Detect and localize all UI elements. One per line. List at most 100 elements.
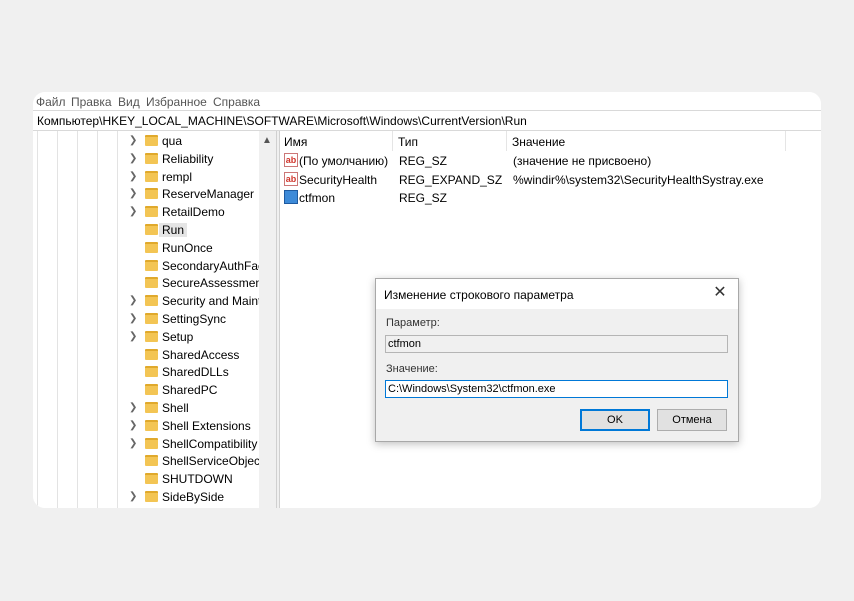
tree-item[interactable]: ❯ Security and Mainte bbox=[125, 292, 276, 310]
chevron-right-icon[interactable]: ❯ bbox=[129, 438, 139, 449]
value-name: SecurityHealth bbox=[299, 173, 378, 187]
folder-icon bbox=[145, 135, 158, 146]
tree-item-label: Security and Mainte bbox=[162, 294, 269, 309]
tree-item[interactable]: ❯ ReserveManager bbox=[125, 185, 276, 203]
value-row[interactable]: ab (По умолчанию) REG_SZ (значение не пр… bbox=[280, 152, 800, 170]
value-label: Значение: bbox=[386, 363, 438, 375]
tree-item-label: ReserveManager bbox=[162, 187, 255, 202]
chevron-right-icon[interactable]: ❯ bbox=[129, 403, 139, 413]
tree-item[interactable]: ❯ SettingSync bbox=[125, 310, 276, 328]
menu-file[interactable]: Файл bbox=[36, 95, 66, 109]
folder-icon bbox=[145, 277, 158, 289]
tree-item[interactable]: ❯ Reliability bbox=[125, 150, 276, 168]
column-divider[interactable] bbox=[785, 131, 786, 151]
menu-view[interactable]: Вид bbox=[118, 95, 140, 109]
dialog-titlebar[interactable]: Изменение строкового параметра ✕ bbox=[376, 279, 738, 309]
folder-icon bbox=[145, 241, 158, 253]
folder-icon bbox=[145, 437, 158, 449]
tree-item[interactable]: ❯ rempl bbox=[125, 168, 276, 186]
tree-item-label: rempl bbox=[162, 169, 193, 184]
tree-item[interactable]: SecondaryAuthFact bbox=[125, 257, 276, 275]
tree-item-label: Shell bbox=[162, 401, 189, 415]
chevron-right-icon[interactable]: ❯ bbox=[129, 207, 139, 217]
chevron-right-icon[interactable]: ❯ bbox=[129, 136, 139, 146]
column-value[interactable]: Значение bbox=[512, 135, 565, 149]
tree-item[interactable]: ❯ Setup bbox=[125, 328, 276, 346]
tree-guide-line bbox=[77, 131, 78, 508]
cancel-button[interactable]: Отмена bbox=[657, 409, 727, 431]
param-name-field: ctfmon bbox=[385, 335, 728, 353]
tree-item-label: RetailDemo bbox=[162, 205, 225, 220]
chevron-right-icon[interactable]: ❯ bbox=[129, 189, 139, 199]
folder-icon bbox=[145, 313, 158, 324]
value-input[interactable]: C:\Windows\System32\ctfmon.exe bbox=[385, 380, 728, 398]
string-value-icon: ab bbox=[284, 153, 298, 167]
param-label: Параметр: bbox=[386, 317, 440, 329]
column-divider[interactable] bbox=[392, 131, 393, 151]
tree-item-label: SharedPC bbox=[162, 383, 218, 398]
folder-icon bbox=[145, 473, 158, 485]
menu-bar: Файл Правка Вид Избранное Справка bbox=[33, 92, 821, 110]
tree-guide-line bbox=[97, 131, 98, 508]
tree-item-label: SharedDLLs bbox=[162, 365, 229, 380]
chevron-right-icon[interactable]: ❯ bbox=[129, 171, 139, 182]
tree-item-label: Run bbox=[159, 223, 188, 237]
tree-item[interactable]: SHUTDOWN bbox=[125, 470, 276, 488]
tree-item[interactable]: ❯ Shell bbox=[125, 399, 276, 417]
folder-icon bbox=[145, 259, 158, 271]
tree-item[interactable]: SecureAssessment bbox=[125, 274, 276, 292]
folder-icon bbox=[145, 295, 158, 307]
tree-item-label: Reliability bbox=[162, 151, 214, 166]
address-path[interactable]: Компьютер\HKEY_LOCAL_MACHINE\SOFTWARE\Mi… bbox=[37, 114, 527, 128]
tree-item[interactable]: ❯ ShellCompatibility bbox=[125, 435, 276, 453]
chevron-right-icon[interactable]: ❯ bbox=[129, 153, 139, 164]
tree-item-label: SharedAccess bbox=[162, 347, 240, 362]
value-row[interactable]: ctfmon REG_SZ bbox=[280, 189, 800, 207]
folder-icon bbox=[145, 384, 158, 396]
ok-button[interactable]: OK bbox=[580, 409, 650, 431]
tree-item[interactable]: ❯ SideBySide bbox=[125, 488, 276, 506]
chevron-right-icon[interactable]: ❯ bbox=[129, 296, 139, 306]
chevron-right-icon[interactable]: ❯ bbox=[129, 420, 139, 431]
tree-scrollbar[interactable]: ▲ bbox=[259, 131, 276, 508]
close-icon[interactable]: ✕ bbox=[712, 285, 728, 301]
folder-icon bbox=[145, 402, 158, 413]
value-data: %windir%\system32\SecurityHealthSystray.… bbox=[513, 173, 764, 187]
column-name[interactable]: Имя bbox=[284, 135, 307, 149]
tree-item-label: SideBySide bbox=[162, 490, 225, 504]
tree-item[interactable]: ❯ Shell Extensions bbox=[125, 417, 276, 435]
value-row[interactable]: ab SecurityHealth REG_EXPAND_SZ %windir%… bbox=[280, 171, 800, 189]
scroll-up-icon[interactable]: ▲ bbox=[262, 135, 272, 146]
folder-icon bbox=[145, 491, 158, 502]
chevron-right-icon[interactable]: ❯ bbox=[129, 331, 139, 342]
value-data: (значение не присвоено) bbox=[513, 154, 652, 168]
folder-icon bbox=[145, 152, 158, 164]
tree-guide-line bbox=[57, 131, 58, 508]
dialog-title: Изменение строкового параметра bbox=[384, 288, 574, 302]
tree-item[interactable]: SharedPC bbox=[125, 381, 276, 399]
tree-item-label: Setup bbox=[162, 329, 194, 344]
tree-item[interactable]: SharedAccess bbox=[125, 346, 276, 364]
tree-item[interactable]: SharedDLLs bbox=[125, 363, 276, 381]
menu-favorites[interactable]: Избранное bbox=[146, 95, 207, 109]
tree-item[interactable]: ShellServiceObjectD bbox=[125, 452, 276, 470]
address-bar[interactable]: Компьютер\HKEY_LOCAL_MACHINE\SOFTWARE\Mi… bbox=[33, 110, 821, 131]
tree-item[interactable]: Run bbox=[125, 221, 276, 239]
tree-item[interactable]: ❯ RetailDemo bbox=[125, 203, 276, 221]
value-name: ctfmon bbox=[299, 191, 336, 205]
chevron-right-icon[interactable]: ❯ bbox=[129, 314, 139, 324]
tree-item-label: SettingSync bbox=[162, 312, 227, 326]
column-divider[interactable] bbox=[506, 131, 507, 151]
chevron-right-icon[interactable]: ❯ bbox=[129, 492, 139, 502]
folder-icon bbox=[145, 366, 158, 378]
menu-edit[interactable]: Правка bbox=[71, 95, 112, 109]
tree-guide-line bbox=[37, 131, 38, 508]
tree-item[interactable]: RunOnce bbox=[125, 239, 276, 257]
tree-item-label: SecondaryAuthFact bbox=[162, 258, 268, 273]
tree-item-label: qua bbox=[162, 134, 183, 148]
column-type[interactable]: Тип bbox=[398, 135, 418, 149]
folder-icon bbox=[145, 419, 158, 431]
menu-help[interactable]: Справка bbox=[213, 95, 260, 109]
tree-item[interactable]: ❯ qua bbox=[125, 132, 276, 150]
folder-icon bbox=[145, 206, 158, 218]
